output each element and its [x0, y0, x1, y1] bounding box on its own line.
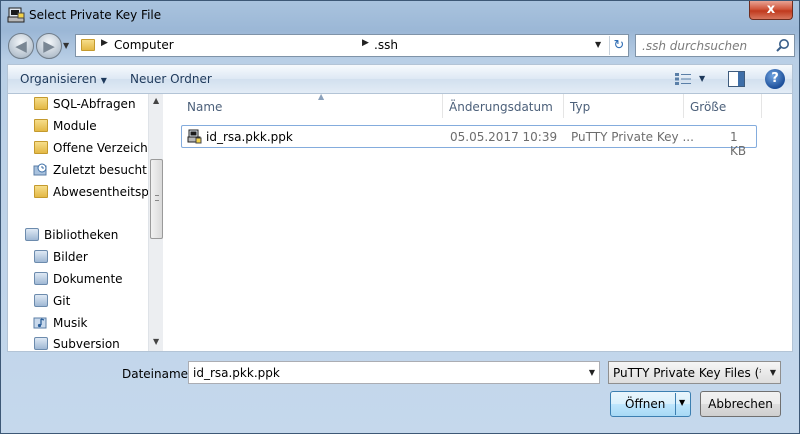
chevron-right-icon[interactable]: ▶ [101, 38, 108, 48]
split-divider [675, 393, 676, 415]
nav-item-label: Git [53, 294, 71, 308]
chevron-down-icon: ▼ [100, 76, 107, 85]
organize-menu-button[interactable]: Organisieren ▼ [20, 72, 107, 86]
folder-icon [34, 185, 48, 198]
recent-places-icon [33, 163, 47, 176]
file-size: 1 KB [730, 130, 747, 158]
nav-item-label: Zuletzt besucht [53, 163, 147, 177]
title-bar: Select Private Key File x [1, 1, 799, 29]
column-header-name[interactable]: ▲ Name [181, 92, 443, 118]
column-header-label: Typ [570, 100, 591, 114]
putty-key-icon [187, 129, 202, 144]
library-icon [34, 294, 48, 307]
folder-icon [34, 141, 48, 154]
organize-label: Organisieren [20, 72, 97, 86]
documents-library-icon [34, 272, 48, 285]
file-list-pane: ▲ Name Änderungsdatum Typ Größe id_rsa.p… [168, 92, 794, 351]
forward-button[interactable]: ▶ [36, 33, 62, 59]
nav-item-label: Abwesentheitspla [53, 185, 160, 199]
sort-ascending-icon: ▲ [318, 92, 325, 101]
nav-item-label: Module [53, 119, 97, 133]
arrow-right-icon: ▶ [43, 37, 55, 55]
chevron-down-icon[interactable]: ▼ [770, 368, 776, 377]
library-icon [34, 337, 48, 350]
help-icon[interactable]: ? [765, 69, 785, 89]
command-toolbar: Organisieren ▼ Neuer Ordner ▼ ? [7, 64, 793, 94]
chevron-right-icon[interactable]: ▶ [362, 38, 369, 48]
filename-value[interactable]: id_rsa.pkk.ppk [193, 366, 280, 380]
search-placeholder: .ssh durchsuchen [642, 39, 748, 53]
scroll-down-icon[interactable]: ▼ [153, 337, 159, 346]
pictures-library-icon [34, 250, 48, 263]
scrollbar-thumb[interactable] [150, 159, 163, 239]
breadcrumb-ssh[interactable]: .ssh [374, 38, 398, 52]
navigation-pane: SQL-Abfragen Module Offene Verzeichni Zu… [8, 94, 163, 351]
column-header-label: Änderungsdatum [449, 100, 553, 114]
file-type-filter-value: PuTTY Private Key Files (*.ppk) [613, 366, 761, 380]
column-header-date[interactable]: Änderungsdatum [443, 94, 564, 118]
refresh-button[interactable]: ↻ [609, 36, 628, 55]
nav-item-label: SQL-Abfragen [53, 97, 136, 111]
address-dropdown-icon[interactable]: ▼ [595, 40, 601, 49]
scroll-up-icon[interactable]: ▲ [153, 96, 159, 105]
column-header-label: Größe [690, 100, 727, 114]
address-bar[interactable]: ▶ Computer ▶ .ssh ▼ ↻ [75, 34, 629, 57]
view-dropdown-icon[interactable]: ▼ [699, 74, 705, 83]
grip-icon [155, 195, 159, 201]
new-folder-button[interactable]: Neuer Ordner [130, 72, 212, 86]
chevron-down-icon[interactable]: ▼ [589, 368, 595, 377]
filename-label: Dateiname: [122, 367, 193, 381]
file-type: PuTTY Private Key ... [571, 130, 694, 144]
recent-locations-dropdown-icon[interactable]: ▼ [63, 41, 69, 50]
column-header-type[interactable]: Typ [564, 94, 684, 118]
view-options-icon[interactable] [674, 72, 692, 86]
nav-item-label: Bilder [53, 250, 88, 264]
cancel-button[interactable]: Abbrechen [700, 391, 781, 417]
preview-pane-icon[interactable] [728, 71, 745, 87]
file-type-filter-select[interactable]: PuTTY Private Key Files (*.ppk) ▼ [608, 361, 781, 384]
close-button[interactable]: x [749, 1, 793, 20]
file-date: 05.05.2017 10:39 [450, 130, 558, 144]
search-icon[interactable] [775, 38, 790, 53]
window-title: Select Private Key File [29, 8, 162, 22]
nav-item-label: Dokumente [53, 272, 123, 286]
arrow-left-icon: ◀ [15, 37, 27, 55]
nav-item-label: Bibliotheken [44, 228, 119, 242]
back-button[interactable]: ◀ [8, 33, 34, 59]
file-name: id_rsa.pkk.ppk [206, 130, 293, 144]
folder-icon [34, 97, 48, 110]
open-button-label: Öffnen [625, 397, 666, 411]
nav-item-label: Offene Verzeichni [53, 141, 159, 155]
folder-icon [34, 119, 48, 132]
open-options-dropdown-icon[interactable]: ▼ [679, 398, 685, 407]
music-library-icon [33, 317, 47, 329]
breadcrumb-computer[interactable]: Computer [114, 38, 174, 52]
open-button[interactable]: Öffnen ▼ [610, 391, 691, 417]
close-icon: x [766, 2, 776, 17]
folder-icon [81, 39, 95, 51]
file-dialog-window: Select Private Key File x ◀ ▶ ▼ ▶ Comput… [0, 0, 800, 434]
nav-item-label: Musik [53, 316, 88, 330]
search-input[interactable]: .ssh durchsuchen [635, 34, 795, 57]
refresh-icon: ↻ [613, 38, 625, 53]
nav-pane-scrollbar[interactable]: ▲ ▼ [148, 94, 163, 351]
file-row[interactable]: id_rsa.pkk.ppk 05.05.2017 10:39 PuTTY Pr… [181, 125, 757, 158]
putty-app-icon [7, 7, 25, 23]
column-header-label: Name [187, 100, 223, 114]
browser-content: SQL-Abfragen Module Offene Verzeichni Zu… [7, 92, 794, 352]
libraries-icon [25, 228, 39, 241]
nav-item-label: Subversion [53, 337, 120, 351]
filename-combobox[interactable]: id_rsa.pkk.ppk ▼ [188, 361, 600, 384]
column-header-size[interactable]: Größe [684, 94, 762, 118]
